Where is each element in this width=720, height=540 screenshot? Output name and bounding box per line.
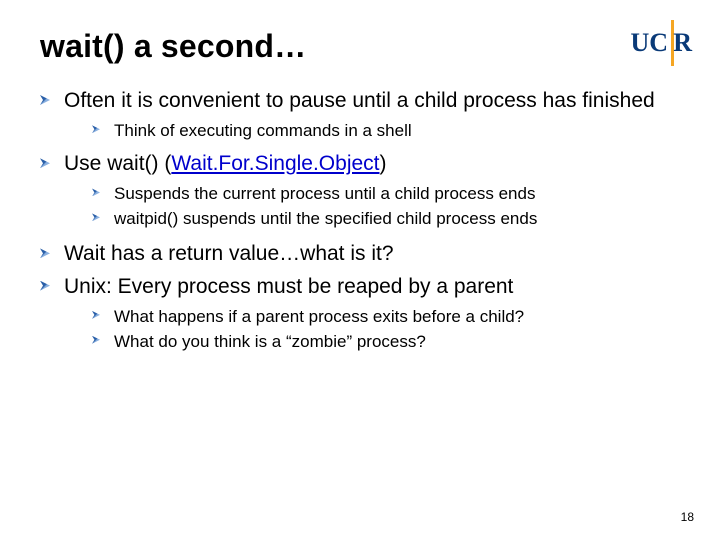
logo-text-r: R	[673, 28, 692, 58]
bullet-text: Think of executing commands in a shell	[114, 121, 412, 140]
bullet-text: What do you think is a “zombie” process?	[114, 332, 426, 351]
bullet-text: (	[159, 152, 172, 175]
list-item: Wait has a return value…what is it?	[40, 241, 680, 267]
bullet-text: Use	[64, 152, 107, 175]
list-item: What do you think is a “zombie” process?	[92, 331, 680, 354]
bullet-text: waitpid() suspends until the specified c…	[114, 209, 537, 228]
list-item: Often it is convenient to pause until a …	[40, 88, 680, 143]
code-text: wait()	[107, 152, 158, 175]
list-item: waitpid() suspends until the specified c…	[92, 208, 680, 231]
bullet-text: )	[380, 152, 387, 175]
bullet-text: Suspends the current process until a chi…	[114, 184, 535, 203]
list-item: Think of executing commands in a shell	[92, 120, 680, 143]
bullet-text: Often it is convenient to pause until a …	[64, 89, 655, 112]
list-item: What happens if a parent process exits b…	[92, 306, 680, 329]
sub-list: Think of executing commands in a shell	[64, 120, 680, 143]
bullet-text: Wait has a return value…what is it?	[64, 242, 394, 265]
sub-list: Suspends the current process until a chi…	[64, 183, 680, 231]
slide-content: Often it is convenient to pause until a …	[40, 88, 680, 362]
slide: wait() a second… UC R Often it is conven…	[0, 0, 720, 540]
list-item: Unix: Every process must be reaped by a …	[40, 274, 680, 354]
bullet-text: What happens if a parent process exits b…	[114, 307, 524, 326]
logo-text-uc: UC	[630, 28, 668, 58]
page-number: 18	[681, 510, 694, 524]
bullet-list: Often it is convenient to pause until a …	[40, 88, 680, 354]
list-item: Use wait() (Wait.For.Single.Object) Susp…	[40, 151, 680, 231]
sub-list: What happens if a parent process exits b…	[64, 306, 680, 354]
list-item: Suspends the current process until a chi…	[92, 183, 680, 206]
bullet-text: Unix: Every process must be reaped by a …	[64, 275, 513, 298]
msdn-link[interactable]: Wait.For.Single.Object	[171, 152, 379, 175]
slide-title: wait() a second…	[40, 28, 306, 65]
ucr-logo: UC R	[612, 20, 692, 66]
